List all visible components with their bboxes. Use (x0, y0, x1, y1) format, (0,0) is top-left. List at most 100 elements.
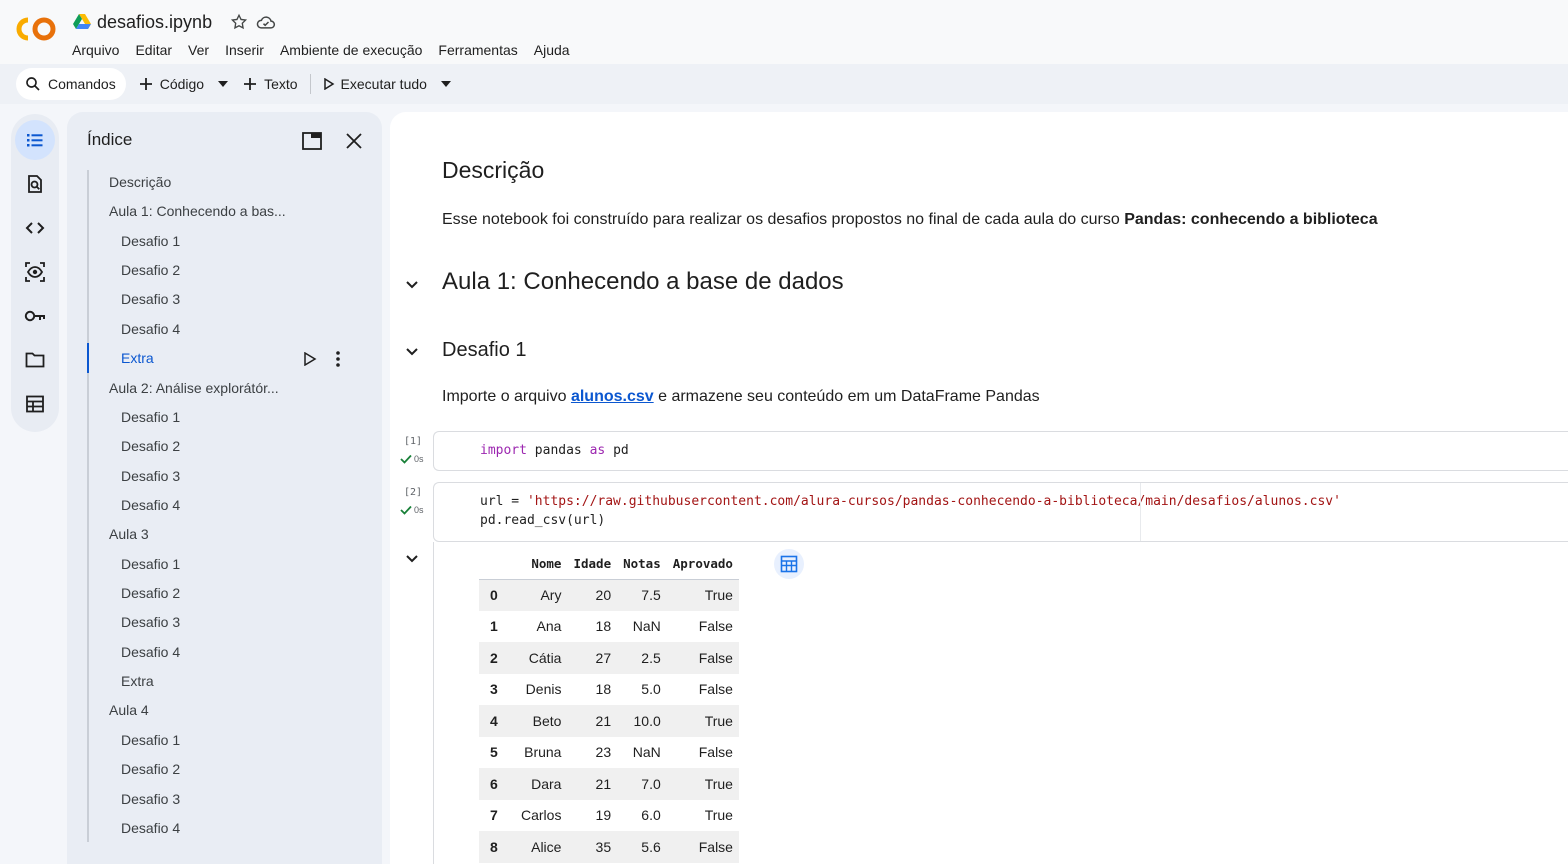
snippets-rail-button[interactable] (15, 208, 55, 248)
execution-time: 0s (414, 505, 424, 515)
toc-item[interactable]: Desafio 2 (121, 438, 180, 454)
find-rail-button[interactable] (15, 164, 55, 204)
toc-item[interactable]: Desafio 2 (121, 262, 180, 278)
table-row: 4 Beto 21 10.0 True (479, 705, 739, 737)
google-drive-icon (73, 14, 91, 29)
toc-active-indicator (87, 343, 89, 373)
table-cell: 5.6 (641, 838, 661, 855)
run-all-button[interactable]: Executar tudo (315, 68, 435, 100)
table-cell: Alice (531, 838, 562, 855)
menu-ambiente[interactable]: Ambiente de execução (272, 40, 430, 60)
toc-item[interactable]: Desafio 4 (121, 321, 180, 337)
cloud-saved-icon[interactable] (256, 13, 276, 31)
notebook-area: Descrição Esse notebook foi construído p… (390, 112, 1568, 864)
add-code-button[interactable]: Código (130, 68, 212, 100)
code-icon (25, 222, 45, 234)
close-icon[interactable] (345, 132, 363, 150)
header: desafios.ipynb Arquivo Editar Ver Inseri… (0, 0, 1568, 64)
table-row: 0 Ary 20 7.5 True (479, 579, 739, 611)
data-table-rail-button[interactable] (15, 384, 55, 424)
toc-item[interactable]: Desafio 2 (121, 761, 180, 777)
code-cell-1[interactable]: import pandas as pd (433, 431, 1568, 471)
variables-rail-button[interactable] (15, 252, 55, 292)
row-index: 6 (490, 775, 498, 792)
row-index: 7 (490, 807, 498, 824)
star-icon[interactable] (230, 13, 248, 31)
play-icon (323, 78, 334, 90)
more-options-icon[interactable] (335, 350, 341, 368)
execution-time: 0s (414, 454, 424, 464)
toc-item[interactable]: Desafio 4 (121, 644, 180, 660)
toc-item[interactable]: Desafio 3 (121, 291, 180, 307)
toc-item[interactable]: Desafio 3 (121, 614, 180, 630)
key-icon (24, 310, 45, 322)
colab-logo[interactable] (14, 14, 58, 44)
chevron-down-icon[interactable] (404, 343, 420, 359)
folder-icon (25, 352, 45, 368)
table-row: 5 Bruna 23 NaN False (479, 737, 739, 769)
dataframe-output: Nome Idade Notas Aprovado 0 Ary 20 7.5 True 1 Ana… (479, 549, 739, 863)
toc-item[interactable]: Desafio 4 (121, 820, 180, 836)
table-icon (26, 395, 44, 413)
table-cell: True (704, 712, 733, 729)
table-cell: NaN (632, 618, 661, 635)
toc-item[interactable]: Aula 2: Análise explorátór... (109, 380, 279, 396)
run-all-dropdown[interactable] (435, 68, 457, 100)
toc-item[interactable]: Desafio 1 (121, 233, 180, 249)
add-code-dropdown[interactable] (212, 68, 234, 100)
toc-item[interactable]: Extra (121, 673, 154, 689)
row-index: 1 (490, 618, 498, 635)
toc-item[interactable]: Desafio 1 (121, 732, 180, 748)
toc-item[interactable]: Extra (121, 350, 154, 366)
execution-status: 0s (400, 505, 424, 515)
code-line: import pandas as pd (480, 443, 629, 458)
add-text-button[interactable]: Texto (234, 68, 305, 100)
table-cell: 21 (595, 775, 612, 792)
collapse-output-icon[interactable] (404, 550, 420, 566)
find-in-page-icon (28, 175, 42, 193)
files-rail-button[interactable] (15, 340, 55, 380)
toc-rail-button[interactable] (15, 120, 55, 160)
commands-button[interactable]: Comandos (16, 68, 126, 100)
code-line-1: url = 'https://raw.githubusercontent.com… (480, 494, 1341, 509)
toc-item[interactable]: Desafio 3 (121, 468, 180, 484)
toc-item[interactable]: Aula 4 (109, 702, 149, 718)
toc-item[interactable]: Desafio 1 (121, 409, 180, 425)
module-alias: pd (605, 443, 629, 458)
toc-item[interactable]: Desafio 3 (121, 791, 180, 807)
alunos-csv-link[interactable]: alunos.csv (571, 388, 654, 405)
toc-item[interactable]: Desafio 1 (121, 556, 180, 572)
check-icon (400, 454, 412, 464)
convert-to-table-button[interactable] (774, 549, 804, 579)
index-header (479, 549, 515, 579)
toc-item[interactable]: Desafio 2 (121, 585, 180, 601)
keyword-import: import (480, 443, 527, 458)
toolbar-divider (309, 74, 311, 94)
code-cell-2[interactable]: url = 'https://raw.githubusercontent.com… (433, 482, 1568, 542)
toc-item[interactable]: Desafio 4 (121, 497, 180, 513)
toc-item[interactable]: Aula 1: Conhecendo a bas... (109, 203, 286, 219)
commands-label: Comandos (48, 76, 116, 92)
table-row: 2 Cátia 27 2.5 False (479, 642, 739, 674)
menu-ferramentas[interactable]: Ferramentas (430, 40, 525, 60)
secrets-rail-button[interactable] (15, 296, 55, 336)
menu-ajuda[interactable]: Ajuda (526, 40, 578, 60)
heading-desafio-1: Desafio 1 (442, 339, 527, 361)
menu-editar[interactable]: Editar (127, 40, 180, 60)
menu-ver[interactable]: Ver (180, 40, 217, 60)
table-row: 6 Dara 21 7.0 True (479, 768, 739, 800)
toc-item[interactable]: Aula 3 (109, 526, 149, 542)
caret-down-icon (218, 81, 229, 87)
run-section-icon[interactable] (303, 352, 317, 366)
notebook-title[interactable]: desafios.ipynb (97, 12, 212, 33)
execution-count: [1] (404, 436, 423, 447)
toc-panel: Índice Descrição Aula 1: Conhecendo a bas… (67, 112, 382, 864)
menu-inserir[interactable]: Inserir (217, 40, 272, 60)
row-index: 4 (490, 712, 498, 729)
dock-tab-icon[interactable] (302, 132, 322, 150)
plus-icon (244, 78, 257, 90)
chevron-down-icon[interactable] (404, 276, 420, 292)
toc-item[interactable]: Descrição (109, 174, 171, 190)
menu-arquivo[interactable]: Arquivo (64, 40, 127, 60)
column-header: Notas (623, 556, 661, 572)
